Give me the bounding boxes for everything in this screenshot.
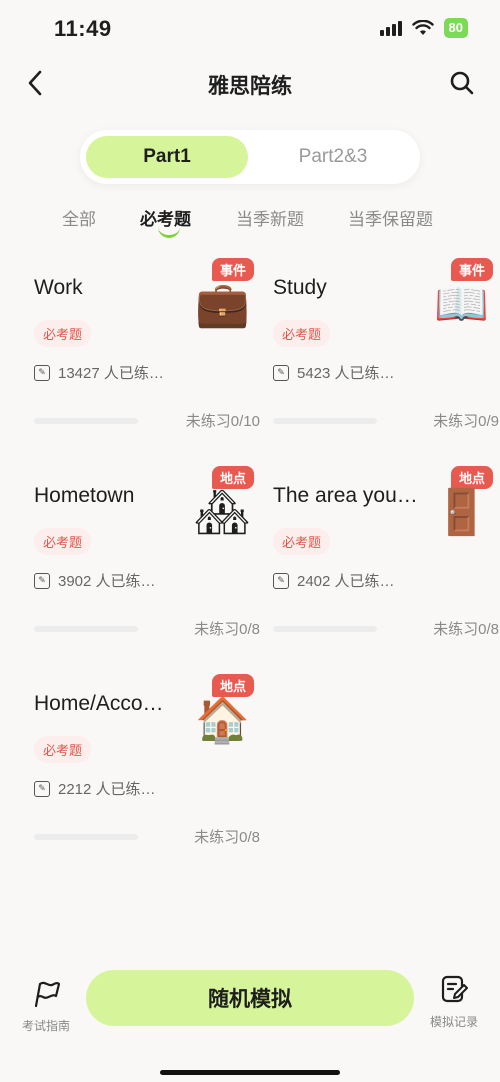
mock-record-button[interactable]: 模拟记录 [424, 974, 484, 1030]
topic-card-study[interactable]: 事件 Study 📖 必考题 ✎ 5423 人已练… 未练习0/9 [273, 258, 499, 448]
progress-bar [34, 834, 138, 840]
exam-guide-label: 考试指南 [21, 1019, 70, 1033]
flag-icon [34, 981, 61, 1008]
topic-title: Work [34, 276, 83, 299]
practice-count: ✎ 13427 人已练… [34, 362, 164, 383]
topic-card-work[interactable]: 事件 Work 💼 必考题 ✎ 13427 人已练… 未练习0/10 [34, 258, 260, 448]
progress-bar [34, 626, 138, 632]
status-icons: 80 [379, 18, 468, 38]
practice-count-text: 3902 人已练… [58, 573, 156, 590]
nav-bar: 雅思陪练 [0, 60, 500, 106]
edit-note-icon: ✎ [273, 572, 289, 589]
topic-card-area[interactable]: 地点 The area you… 🚪 必考题 ✎ 2402 人已练… 未练习0/… [273, 466, 499, 656]
mock-record-label: 模拟记录 [429, 1015, 478, 1029]
practice-count: ✎ 2402 人已练… [273, 570, 395, 591]
bottom-bar: 考试指南 随机模拟 模拟记录 [0, 960, 500, 1082]
wifi-icon [411, 20, 434, 35]
filter-tab-new[interactable]: 当季新题 [236, 205, 304, 230]
progress-bar [34, 418, 138, 424]
topic-title: The area you… [273, 484, 418, 507]
progress-bar [273, 626, 377, 632]
must-tag: 必考题 [273, 528, 331, 555]
topic-card-hometown[interactable]: 地点 Hometown 🏘 必考题 ✎ 3902 人已练… 未练习0/8 [34, 466, 260, 656]
status-time: 11:49 [54, 16, 112, 41]
progress-text: 未练习0/8 [433, 621, 499, 638]
filter-tabs: 全部 必考题 当季新题 当季保留题 [0, 205, 500, 241]
topic-title: Home/Acco… [34, 692, 164, 715]
segment-part1[interactable]: Part1 [86, 136, 248, 178]
edit-note-icon: ✎ [34, 364, 50, 381]
home-indicator [160, 1070, 340, 1075]
houses-icon: 🏘 [194, 487, 250, 538]
practice-count: ✎ 5423 人已练… [273, 362, 395, 383]
exam-guide-button[interactable]: 考试指南 [16, 980, 76, 1034]
segment-part2-3[interactable]: Part2&3 [252, 136, 414, 178]
edit-note-icon: ✎ [273, 364, 289, 381]
briefcase-icon: 💼 [195, 279, 250, 330]
topic-category-badge: 地点 [450, 466, 493, 489]
progress-bar [273, 418, 377, 424]
page-title: 雅思陪练 [208, 75, 292, 98]
cellular-signal-icon [379, 20, 402, 36]
must-tag: 必考题 [34, 528, 92, 555]
progress-text: 未练习0/10 [185, 413, 260, 430]
book-icon: 📖 [434, 279, 489, 330]
house-icon: 🏠 [195, 695, 250, 746]
part-segmented-control: Part1 Part2&3 [80, 130, 420, 184]
filter-tab-retained[interactable]: 当季保留题 [348, 205, 433, 230]
battery-icon: 80 [443, 18, 468, 38]
topic-title: Study [273, 276, 327, 299]
topic-title: Hometown [34, 484, 135, 507]
topic-category-badge: 地点 [211, 674, 254, 697]
practice-count-text: 13427 人已练… [58, 365, 164, 382]
practice-count: ✎ 2212 人已练… [34, 778, 156, 799]
must-tag: 必考题 [273, 320, 331, 347]
edit-note-icon: ✎ [34, 780, 50, 797]
practice-count-text: 2402 人已练… [297, 573, 395, 590]
random-mock-button[interactable]: 随机模拟 [86, 970, 414, 1026]
practice-count: ✎ 3902 人已练… [34, 570, 156, 591]
search-button[interactable] [446, 66, 478, 100]
edit-document-icon [441, 975, 468, 1003]
edit-note-icon: ✎ [34, 572, 50, 589]
progress-text: 未练习0/9 [433, 413, 499, 430]
door-icon: 🚪 [434, 487, 489, 538]
filter-tab-all[interactable]: 全部 [62, 205, 96, 230]
must-tag: 必考题 [34, 320, 92, 347]
status-bar: 11:49 80 [0, 0, 500, 60]
topic-category-badge: 事件 [211, 258, 254, 281]
must-tag: 必考题 [34, 736, 92, 763]
practice-count-text: 2212 人已练… [58, 781, 156, 798]
topic-category-badge: 事件 [450, 258, 493, 281]
topic-category-badge: 地点 [211, 466, 254, 489]
search-icon [450, 71, 474, 95]
progress-text: 未练习0/8 [194, 829, 260, 846]
topic-card-home[interactable]: 地点 Home/Acco… 🏠 必考题 ✎ 2212 人已练… 未练习0/8 [34, 674, 260, 864]
progress-text: 未练习0/8 [194, 621, 260, 638]
practice-count-text: 5423 人已练… [297, 365, 395, 382]
filter-tab-must[interactable]: 必考题 [140, 205, 191, 238]
active-tab-indicator [158, 227, 180, 238]
